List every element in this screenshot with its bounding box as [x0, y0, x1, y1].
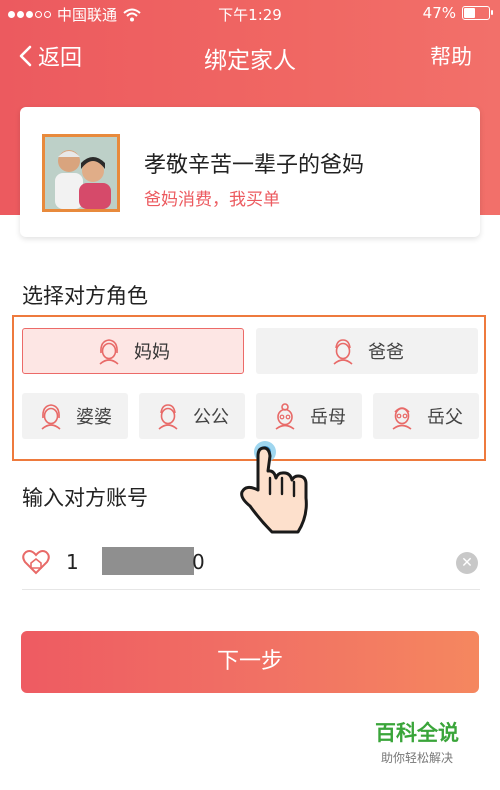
role-label: 公公 [193, 407, 229, 428]
battery-percent: 47% [422, 4, 456, 22]
man-face-icon [333, 339, 353, 365]
role-option-popo[interactable]: 婆婆 [22, 393, 128, 439]
role-label: 妈妈 [134, 342, 170, 363]
clear-input-button[interactable]: ✕ [456, 552, 478, 574]
account-value-end: 0 [192, 550, 205, 574]
role-option-yuefu[interactable]: 岳父 [373, 393, 479, 439]
watermark-title: 百科全说 [375, 721, 459, 745]
role-label: 岳母 [310, 407, 346, 428]
woman-face-icon [99, 339, 119, 365]
status-bar: 中国联通 下午1:29 47% [0, 0, 500, 28]
role-label: 岳父 [427, 407, 463, 428]
promo-card: 孝敬辛苦一辈子的爸妈 爸妈消费，我买单 [20, 107, 480, 237]
account-field[interactable]: 1 0 ✕ [22, 537, 480, 590]
battery-icon [462, 6, 493, 20]
role-label: 婆婆 [76, 407, 112, 428]
role-option-baba[interactable]: 爸爸 [256, 328, 478, 374]
role-section-title: 选择对方角色 [22, 284, 148, 308]
parents-photo [42, 134, 120, 212]
navigation-bar: 返回 绑定家人 帮助 [0, 30, 500, 82]
account-section-title: 输入对方账号 [22, 486, 148, 510]
woman-face-icon [41, 404, 61, 430]
page-title: 绑定家人 [204, 48, 296, 74]
heart-icon [22, 550, 50, 575]
card-headline: 孝敬辛苦一辈子的爸妈 [144, 153, 365, 178]
grandfather-face-icon [392, 407, 412, 430]
next-step-button[interactable]: 下一步 [21, 631, 479, 693]
role-option-gonggong[interactable]: 公公 [139, 393, 245, 439]
man-face-icon [158, 404, 178, 430]
watermark: 百科全说 助你轻松解决 [362, 717, 472, 766]
role-option-mama[interactable]: 妈妈 [22, 328, 244, 374]
close-icon: ✕ [461, 555, 473, 571]
help-button[interactable]: 帮助 [430, 41, 472, 71]
tap-hand-icon [240, 441, 308, 534]
role-label: 爸爸 [368, 342, 404, 363]
card-subtext: 爸妈消费，我买单 [144, 190, 280, 210]
role-option-yuemu[interactable]: 岳母 [256, 393, 362, 439]
watermark-subtitle: 助你轻松解决 [380, 751, 453, 765]
account-value-start: 1 [66, 550, 79, 574]
redaction-block [102, 547, 194, 575]
grandmother-face-icon [275, 403, 295, 430]
